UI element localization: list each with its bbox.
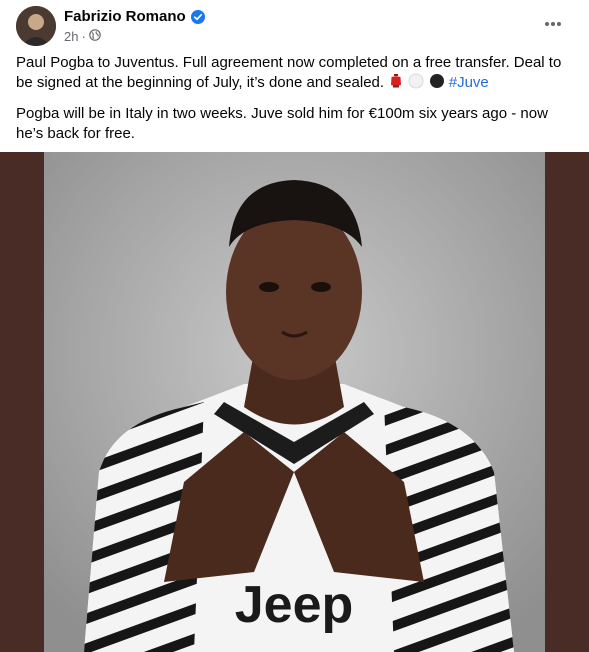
jersey-sponsor-text: Jeep (235, 576, 354, 634)
more-options-icon (545, 22, 561, 26)
globe-icon[interactable] (89, 29, 101, 44)
author-name[interactable]: Fabrizio Romano (64, 8, 186, 25)
post-meta: 2h · (64, 29, 101, 44)
post-paragraph-2: Pogba will be in Italy in two weeks. Juv… (16, 105, 548, 142)
post-header: Fabrizio Romano 2h · (16, 6, 577, 46)
meta-separator: · (81, 29, 86, 44)
post-photo: Jeep (44, 152, 545, 652)
more-options-button[interactable] (541, 12, 565, 36)
verified-badge-icon (190, 9, 205, 24)
post-timestamp[interactable]: 2h (64, 29, 78, 44)
white-circle-icon (408, 73, 424, 95)
author-avatar[interactable] (16, 6, 56, 46)
black-circle-icon (429, 73, 445, 95)
player-photo-illustration: Jeep (44, 152, 545, 652)
post-text: Paul Pogba to Juventus. Full agreement n… (16, 53, 573, 153)
author-name-row: Fabrizio Romano (64, 8, 205, 25)
hashtag-link[interactable]: #Juve (449, 74, 489, 91)
facebook-post: Fabrizio Romano 2h · Paul Pogba to Juven… (0, 0, 589, 652)
red-lantern-icon (388, 73, 404, 95)
post-media[interactable]: Jeep (0, 152, 589, 652)
avatar-image (16, 6, 56, 46)
post-paragraph-1: Paul Pogba to Juventus. Full agreement n… (16, 53, 573, 95)
